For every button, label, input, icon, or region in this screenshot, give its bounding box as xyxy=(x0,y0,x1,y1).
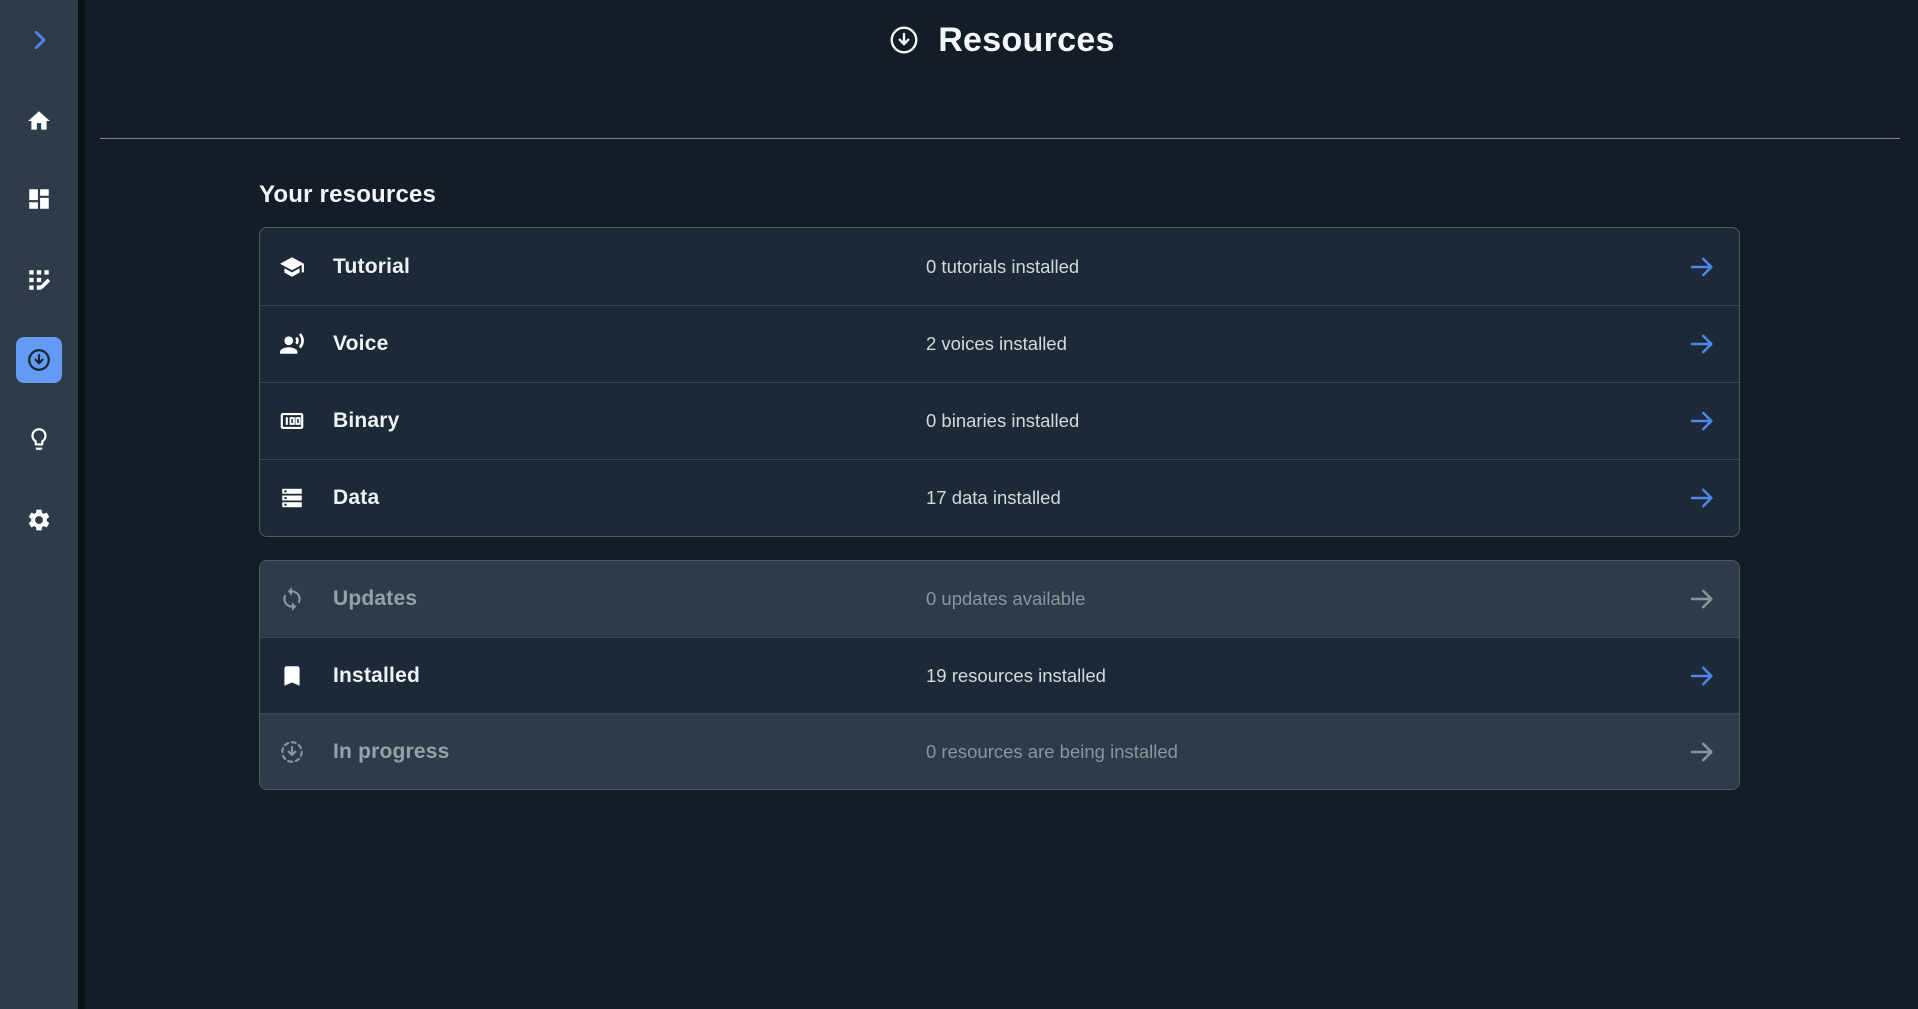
arrow-right-icon[interactable] xyxy=(1687,737,1717,767)
download-circle-icon xyxy=(888,24,920,56)
arrow-right-icon[interactable] xyxy=(1687,252,1717,282)
resource-row-voice[interactable]: Voice 2 voices installed xyxy=(260,305,1739,382)
resource-row-installed[interactable]: Installed 19 resources installed xyxy=(260,637,1739,713)
binary-icon xyxy=(279,408,305,434)
resource-row-status: 17 data installed xyxy=(926,487,1061,509)
bookmark-icon xyxy=(279,663,305,689)
arrow-right-icon[interactable] xyxy=(1687,661,1717,691)
sidebar-item-resources[interactable] xyxy=(16,337,62,383)
install-status-card: Updates 0 updates available Installed 19… xyxy=(259,560,1740,790)
resource-row-label: Tutorial xyxy=(333,255,410,279)
sidebar-expand-button[interactable] xyxy=(16,17,62,63)
resource-row-status: 19 resources installed xyxy=(926,665,1106,687)
arrow-right-icon[interactable] xyxy=(1687,329,1717,359)
resource-row-label: Installed xyxy=(333,664,420,688)
chevron-right-icon xyxy=(26,27,52,53)
sidebar-item-dashboard[interactable] xyxy=(16,176,62,222)
voice-icon xyxy=(279,331,305,357)
resource-row-binary[interactable]: Binary 0 binaries installed xyxy=(260,382,1739,459)
resource-row-updates[interactable]: Updates 0 updates available xyxy=(260,561,1739,637)
downloading-icon xyxy=(279,739,305,765)
download-circle-icon xyxy=(26,347,52,373)
sidebar-item-tips[interactable] xyxy=(16,416,62,462)
header-divider xyxy=(100,138,1900,139)
data-icon xyxy=(279,485,305,511)
resource-types-card: Tutorial 0 tutorials installed Voice 2 v… xyxy=(259,227,1740,537)
resource-row-status: 2 voices installed xyxy=(926,333,1067,355)
sidebar xyxy=(0,0,85,1009)
arrow-right-icon[interactable] xyxy=(1687,584,1717,614)
arrow-right-icon[interactable] xyxy=(1687,406,1717,436)
section-heading: Your resources xyxy=(259,181,436,209)
resource-row-in-progress[interactable]: In progress 0 resources are being instal… xyxy=(260,713,1739,789)
sync-icon xyxy=(279,586,305,612)
resource-row-label: Updates xyxy=(333,587,417,611)
page-header: Resources xyxy=(85,0,1918,80)
resource-row-status: 0 resources are being installed xyxy=(926,741,1178,763)
resource-row-label: Voice xyxy=(333,332,388,356)
lightbulb-icon xyxy=(26,426,52,452)
app-registration-icon xyxy=(26,267,52,293)
resource-row-tutorial[interactable]: Tutorial 0 tutorials installed xyxy=(260,228,1739,305)
resource-row-label: Binary xyxy=(333,409,400,433)
resource-row-status: 0 updates available xyxy=(926,588,1085,610)
resource-row-status: 0 binaries installed xyxy=(926,410,1079,432)
dashboard-icon xyxy=(26,186,52,212)
arrow-right-icon[interactable] xyxy=(1687,483,1717,513)
page-title: Resources xyxy=(938,21,1115,60)
resource-row-label: In progress xyxy=(333,740,450,764)
home-icon xyxy=(26,108,52,134)
sidebar-item-editor[interactable] xyxy=(16,257,62,303)
resource-row-label: Data xyxy=(333,486,379,510)
gear-icon xyxy=(26,507,52,533)
resource-row-status: 0 tutorials installed xyxy=(926,256,1079,278)
resource-row-data[interactable]: Data 17 data installed xyxy=(260,459,1739,536)
school-icon xyxy=(279,254,305,280)
sidebar-item-settings[interactable] xyxy=(16,497,62,543)
sidebar-item-home[interactable] xyxy=(16,98,62,144)
